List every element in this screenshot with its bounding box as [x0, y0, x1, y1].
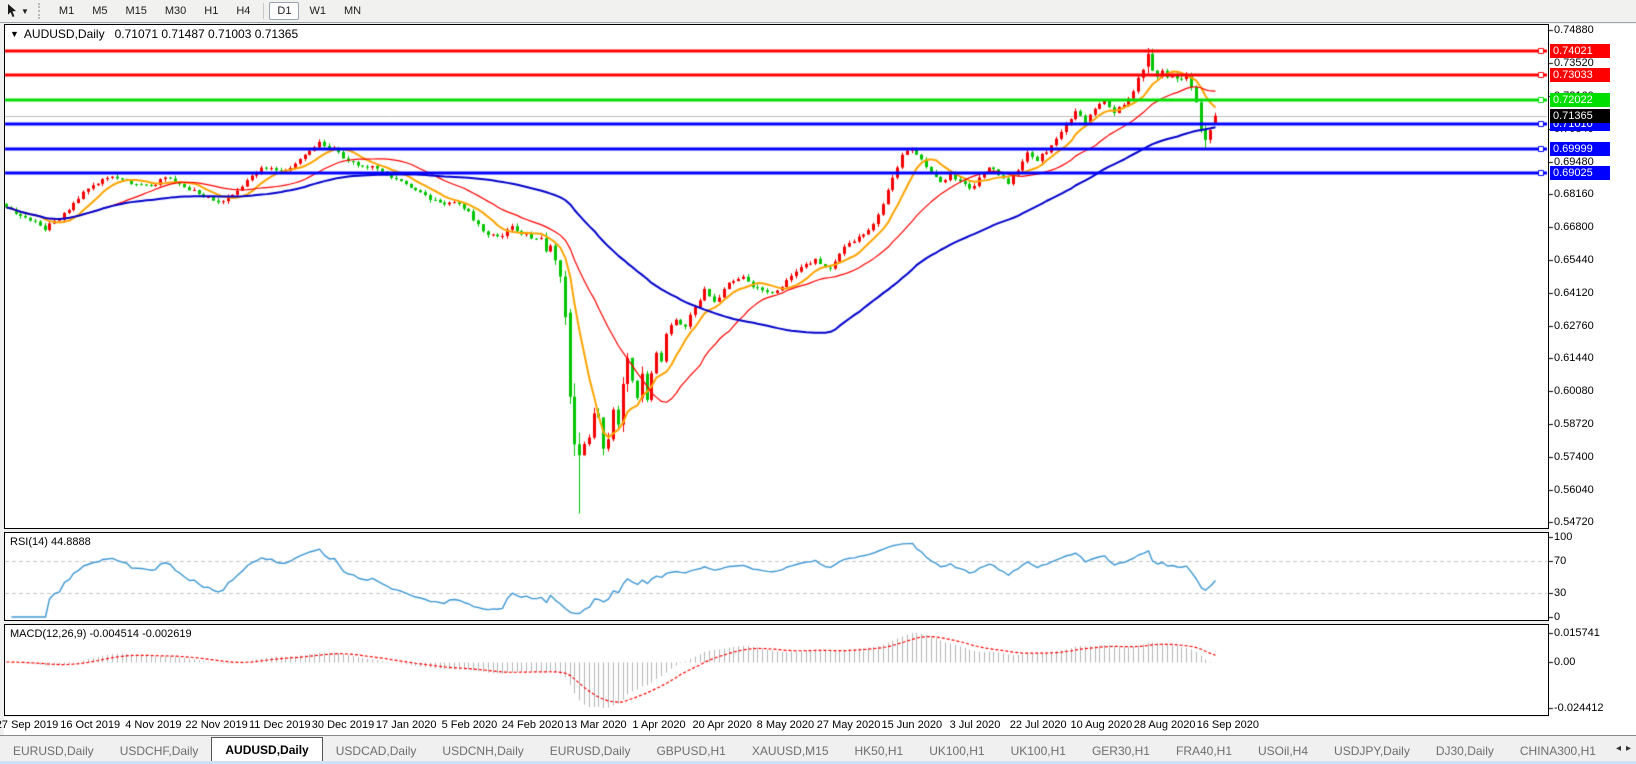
time-axis-label: 8 May 2020	[756, 719, 815, 731]
timeframe-button-H1[interactable]: H1	[196, 2, 226, 20]
time-axis-label: 20 Apr 2020	[692, 719, 752, 731]
timeframe-button-D1[interactable]: D1	[269, 2, 300, 20]
time-axis-label: 16 Oct 2019	[60, 719, 121, 731]
tab-USDJPY-Daily[interactable]: USDJPY,Daily	[1321, 740, 1423, 762]
tab-USDCAD-Daily[interactable]: USDCAD,Daily	[323, 740, 430, 762]
timeframe-button-M1[interactable]: M1	[51, 2, 82, 20]
time-axis-label: 27 Sep 2019	[0, 719, 59, 731]
time-axis-label: 16 Sep 2020	[1196, 719, 1259, 731]
tab-GBPUSD-H1[interactable]: GBPUSD,H1	[643, 740, 738, 762]
hline-price-tag: 0.74021	[1550, 43, 1610, 58]
chart-title-bar: ▼ AUDUSD,Daily 0.71071 0.71487 0.71003 0…	[10, 27, 298, 41]
cursor-tool-icon[interactable]	[4, 3, 20, 19]
timeframe-button-W1[interactable]: W1	[301, 2, 334, 20]
tab-EURUSD-Daily[interactable]: EURUSD,Daily	[0, 740, 107, 762]
price-axis-tick: 0.56040	[1554, 483, 1594, 496]
price-axis-tick: 0.68160	[1554, 187, 1594, 200]
price-axis-tick: 0.54720	[1554, 515, 1594, 528]
tab-scroll-arrows: ◂ ▸	[1602, 736, 1636, 760]
tab-AUDUSD-Daily[interactable]: AUDUSD,Daily	[211, 737, 323, 762]
rsi-indicator-pane[interactable]	[4, 532, 1549, 621]
rsi-axis-tick: 100	[1554, 531, 1573, 543]
chart-symbol-label: AUDUSD,Daily	[23, 27, 105, 41]
macd-axis-tick: 0.015741	[1554, 627, 1600, 639]
timeframe-button-MN[interactable]: MN	[336, 2, 369, 20]
tab-USDCHF-Daily[interactable]: USDCHF,Daily	[107, 740, 212, 762]
timeframe-button-M30[interactable]: M30	[157, 2, 194, 20]
cursor-tool-dropdown-caret[interactable]: ▼	[21, 7, 29, 16]
tab-USOil-H4[interactable]: USOil,H4	[1245, 740, 1321, 762]
timeframe-button-M15[interactable]: M15	[117, 2, 154, 20]
time-axis-label: 1 Apr 2020	[632, 719, 686, 731]
time-axis-label: 22 Jul 2020	[1009, 719, 1067, 731]
hline-price-tag: 0.72022	[1550, 92, 1610, 107]
top-toolbar: ▼ M1 M5 M15 M30 H1 H4 D1 W1 MN	[0, 0, 1636, 23]
time-axis-label: 5 Feb 2020	[441, 719, 498, 731]
tab-FRA40-H1[interactable]: FRA40,H1	[1163, 740, 1245, 762]
tab-EURUSD-Daily[interactable]: EURUSD,Daily	[537, 740, 644, 762]
rsi-axis-tick: 30	[1554, 587, 1567, 599]
time-axis-label: 4 Nov 2019	[125, 719, 182, 731]
current-price-tag: 0.71365	[1550, 108, 1610, 123]
timeframe-button-H4[interactable]: H4	[228, 2, 258, 20]
toolbar-grip	[37, 3, 44, 19]
timeframe-button-M5[interactable]: M5	[84, 2, 115, 20]
tab-CHINA300-H1[interactable]: CHINA300,H1	[1507, 740, 1609, 762]
time-axis-label: 30 Dec 2019	[311, 719, 375, 731]
price-axis-tick: 0.65440	[1554, 254, 1594, 267]
rsi-label: RSI(14) 44.8888	[10, 536, 91, 548]
price-axis-tick: 0.61440	[1554, 351, 1594, 364]
timeframe-group: M1 M5 M15 M30 H1 H4 D1 W1 MN	[50, 2, 370, 20]
hline-price-tag: 0.69025	[1550, 165, 1610, 180]
time-axis-label: 11 Dec 2019	[249, 719, 311, 731]
hline-price-tag: 0.73033	[1550, 68, 1610, 83]
rsi-axis-tick: 0	[1554, 611, 1561, 623]
rsi-axis-tick: 70	[1554, 555, 1567, 567]
time-axis-label: 17 Jan 2020	[375, 719, 437, 731]
tab-GER30-H1[interactable]: GER30,H1	[1079, 740, 1163, 762]
hline-price-tag: 0.69999	[1550, 142, 1610, 157]
price-axis-tick: 0.66800	[1554, 221, 1594, 234]
macd-label: MACD(12,26,9) -0.004514 -0.002619	[10, 628, 192, 640]
time-axis-label: 13 Mar 2020	[564, 719, 627, 731]
tab-UK100-H1[interactable]: UK100,H1	[998, 740, 1079, 762]
macd-axis-tick: -0.024412	[1554, 702, 1604, 714]
chart-menu-triangle-icon[interactable]: ▼	[10, 29, 19, 39]
price-axis-tick: 0.62760	[1554, 319, 1594, 332]
price-axis-tick: 0.58720	[1554, 418, 1594, 431]
price-axis-tick: 0.74880	[1554, 24, 1594, 36]
tab-DJ30-Daily[interactable]: DJ30,Daily	[1423, 740, 1507, 762]
time-axis-label: 27 May 2020	[816, 719, 881, 731]
toolbar-separator	[263, 3, 265, 19]
macd-indicator-pane[interactable]	[4, 624, 1549, 716]
tab-scroll-left-icon[interactable]: ◂	[1616, 743, 1621, 754]
time-axis-label: 10 Aug 2020	[1070, 719, 1133, 731]
tab-UK100-H1[interactable]: UK100,H1	[916, 740, 997, 762]
time-axis-label: 3 Jul 2020	[949, 719, 1001, 731]
time-axis-label: 22 Nov 2019	[185, 719, 248, 731]
tab-USDCNH-Daily[interactable]: USDCNH,Daily	[429, 740, 536, 762]
macd-axis-tick: 0.00	[1554, 656, 1576, 668]
chart-ohlc-values: 0.71071 0.71487 0.71003 0.71365	[114, 27, 299, 41]
price-axis-tick: 0.60080	[1554, 385, 1594, 398]
price-axis-tick: 0.57400	[1554, 450, 1594, 463]
time-axis-label: 15 Jun 2020	[881, 719, 943, 731]
price-chart-pane[interactable]	[4, 24, 1549, 529]
time-axis-label: 24 Feb 2020	[501, 719, 564, 731]
tab-HK50-H1[interactable]: HK50,H1	[842, 740, 917, 762]
time-axis-label: 28 Aug 2020	[1133, 719, 1196, 731]
tab-scroll-right-icon[interactable]: ▸	[1626, 743, 1631, 754]
price-axis-tick: 0.64120	[1554, 286, 1594, 299]
tab-XAUUSD-M15[interactable]: XAUUSD,M15	[739, 740, 842, 762]
chart-tab-bar: EURUSD,Daily USDCHF,Daily AUDUSD,Daily USDC…	[0, 735, 1636, 762]
